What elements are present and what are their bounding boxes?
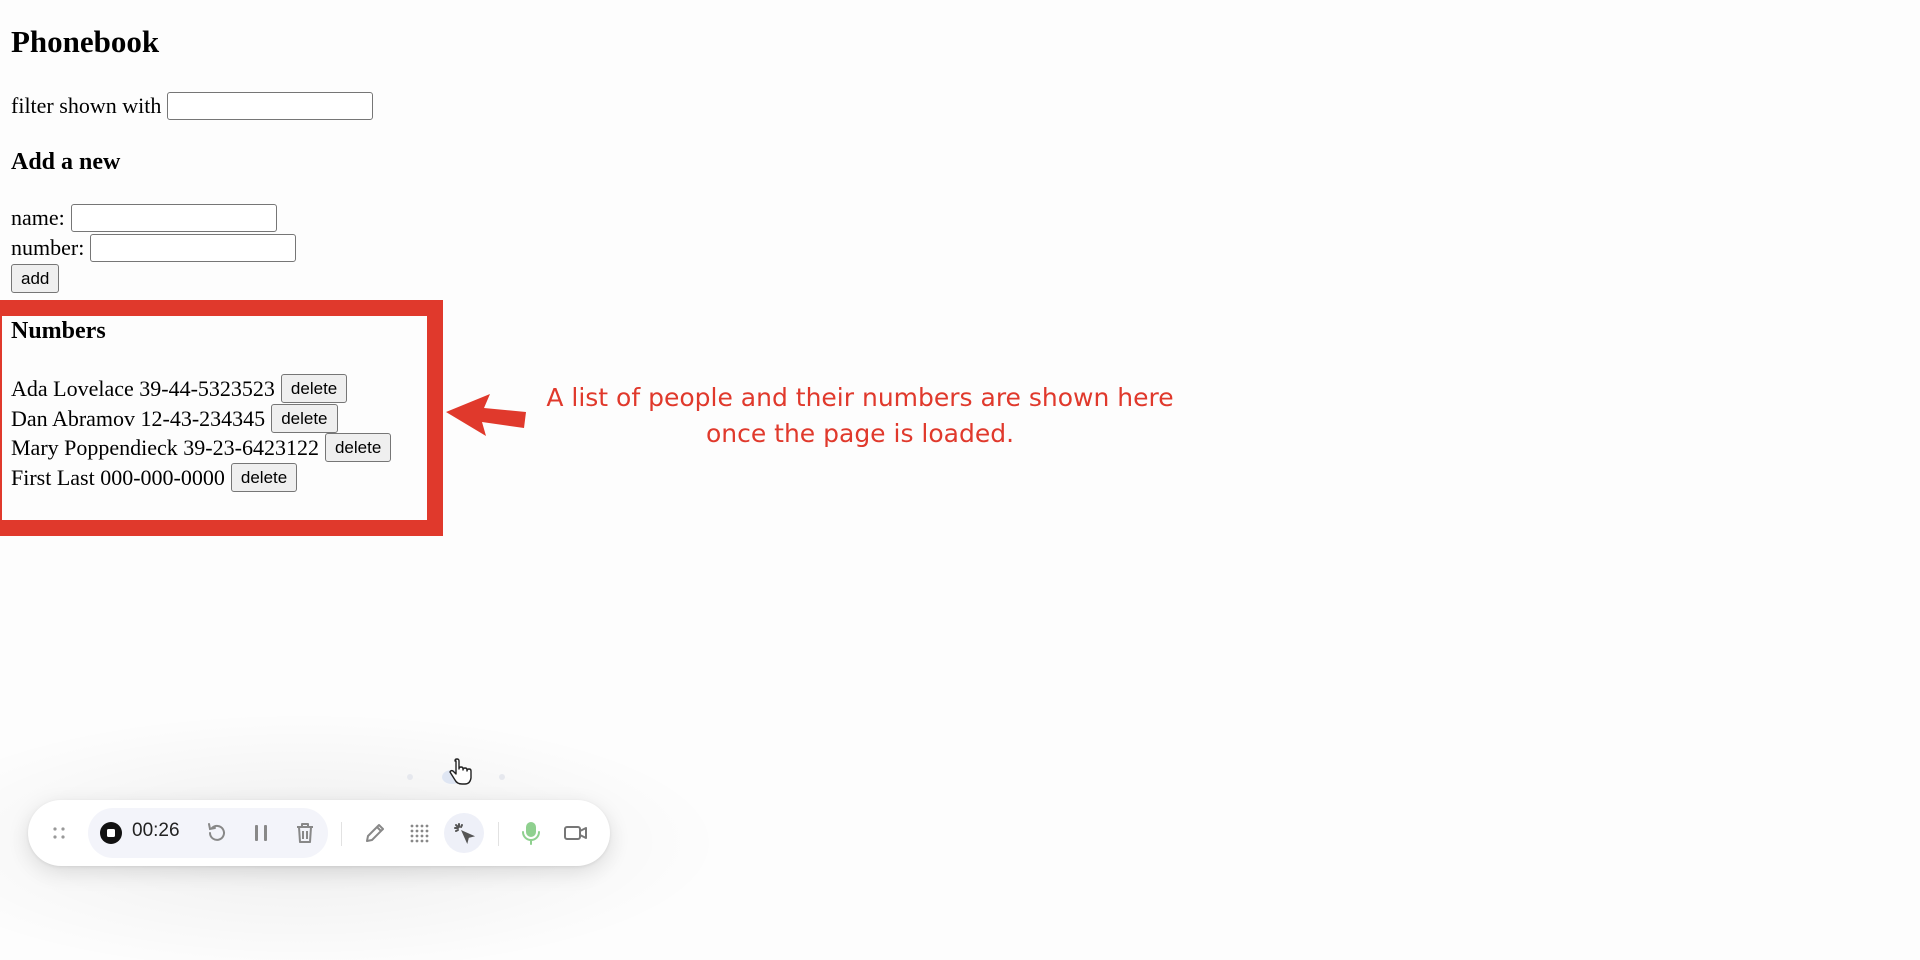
name-label: name: — [11, 205, 65, 230]
microphone-icon[interactable] — [518, 820, 544, 846]
grid-icon[interactable] — [406, 820, 432, 846]
person-text: First Last 000-000-0000 — [11, 464, 225, 490]
add-new-heading: Add a new — [11, 149, 121, 175]
toolbar-divider — [498, 822, 499, 846]
person-row: First Last 000-000-0000 delete — [11, 463, 298, 492]
trash-icon[interactable] — [292, 820, 318, 846]
person-row: Dan Abramov 12-43-234345 delete — [11, 404, 338, 433]
stop-icon[interactable] — [98, 820, 124, 846]
hand-cursor-icon — [449, 758, 472, 785]
cursor-highlight-icon[interactable] — [451, 820, 477, 846]
recording-timer: 00:26 — [132, 820, 180, 841]
delete-button[interactable]: delete — [271, 404, 338, 433]
filter-row: filter shown with — [11, 92, 374, 120]
recorder-toolbar: 00:26 — [28, 800, 610, 866]
person-text: Dan Abramov 12-43-234345 — [11, 405, 266, 431]
delete-button[interactable]: delete — [230, 463, 298, 492]
drag-handle-icon[interactable] — [46, 820, 72, 846]
person-row: Mary Poppendieck 39-23-6423122 delete — [11, 433, 392, 462]
restart-icon[interactable] — [204, 820, 230, 846]
number-input[interactable] — [90, 234, 297, 262]
numbers-heading: Numbers — [11, 318, 106, 344]
annotation-arrow-icon — [446, 394, 526, 436]
number-row: number: — [11, 234, 297, 262]
camera-icon[interactable] — [562, 820, 590, 846]
phonebook-page: Phonebook filter shown with Add a new na… — [0, 0, 1920, 960]
name-input[interactable] — [70, 204, 277, 232]
annotation-line: A list of people and their numbers are s… — [546, 383, 1174, 412]
name-row: name: — [11, 204, 277, 232]
annotation-line: once the page is loaded. — [705, 419, 1015, 448]
delete-button[interactable]: delete — [280, 374, 348, 403]
person-row: Ada Lovelace 39-44-5323523 delete — [11, 374, 348, 403]
toolbar-divider — [341, 822, 342, 846]
delete-button[interactable]: delete — [324, 433, 392, 462]
number-label: number: — [11, 235, 85, 260]
page-title: Phonebook — [11, 24, 160, 59]
pen-icon[interactable] — [362, 820, 388, 846]
person-text: Ada Lovelace 39-44-5323523 — [11, 375, 275, 401]
annotation-text: A list of people and their numbers are s… — [545, 380, 1175, 452]
filter-input[interactable] — [167, 92, 374, 120]
pause-icon[interactable] — [248, 820, 274, 846]
add-button[interactable]: add — [11, 264, 60, 293]
person-text: Mary Poppendieck 39-23-6423122 — [11, 434, 319, 460]
filter-label: filter shown with — [11, 93, 162, 118]
